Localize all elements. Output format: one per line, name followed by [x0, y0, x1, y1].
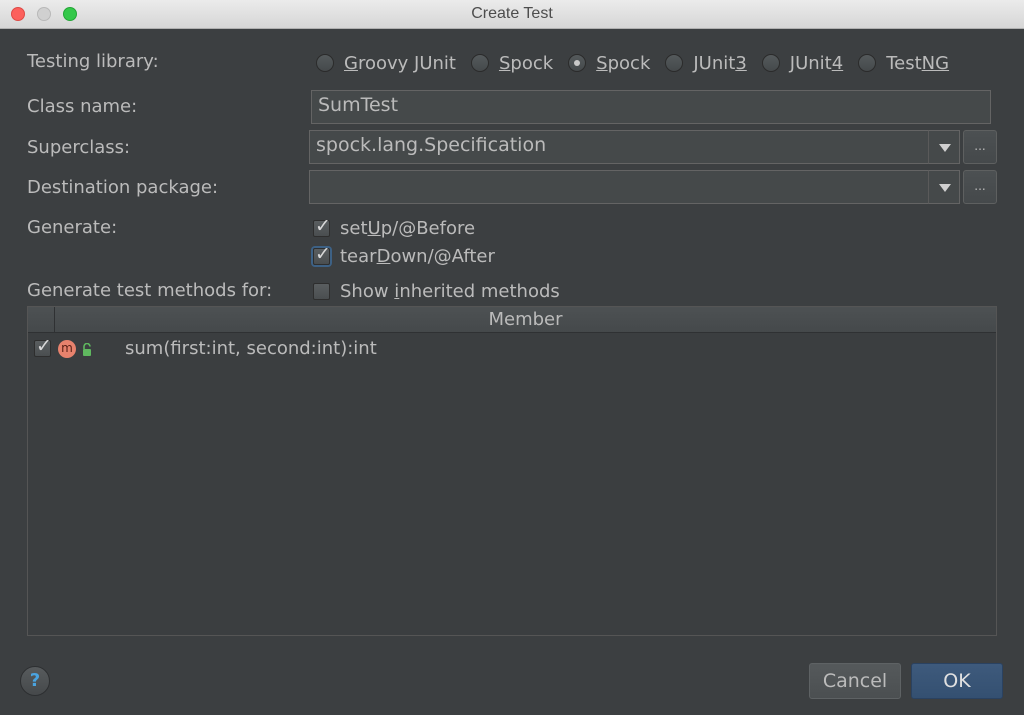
class-name-label: Class name: [27, 96, 138, 117]
setup-checkbox[interactable]: ✓ setUp/@Before [313, 216, 476, 239]
row-checkbox[interactable]: ✓ [34, 336, 52, 357]
superclass-label: Superclass: [27, 137, 131, 158]
testing-library-radio-group: Groovy JUnit Spock Spock JUnit3 JUnit4 T… [316, 50, 949, 76]
teardown-label: tearDown/@After [340, 246, 495, 267]
radio-label: Groovy JUnit [344, 52, 456, 74]
public-lock-icon [83, 343, 91, 356]
superclass-input[interactable]: spock.lang.Specification [309, 130, 929, 164]
members-table[interactable]: Member ✓ m sum(first:int, second:int):in… [27, 306, 997, 636]
table-row[interactable]: ✓ m sum(first:int, second:int):int [28, 335, 996, 363]
check-icon: ✓ [315, 215, 331, 237]
checkbox-indicator[interactable] [313, 283, 330, 300]
destination-package-browse-button[interactable]: ... [963, 170, 997, 204]
generate-label: Generate: [27, 217, 118, 238]
title-bar: Create Test [0, 0, 1024, 29]
radio-label: Spock [596, 52, 651, 74]
radio-indicator[interactable] [665, 54, 684, 72]
method-signature: sum(first:int, second:int):int [125, 338, 377, 359]
destination-package-input[interactable] [309, 170, 929, 204]
show-inherited-label: Show inherited methods [340, 281, 560, 302]
radio-testng[interactable]: TestNG [858, 53, 949, 74]
radio-indicator[interactable] [470, 54, 489, 72]
radio-label: JUnit3 [693, 52, 747, 74]
superclass-browse-button[interactable]: ... [963, 130, 997, 164]
checkbox-indicator[interactable]: ✓ [313, 216, 331, 237]
method-icon: m [58, 340, 76, 358]
radio-spock-1[interactable]: Spock [470, 52, 554, 74]
radio-indicator[interactable] [761, 54, 780, 72]
check-icon: ✓ [36, 335, 52, 357]
radio-label: JUnit4 [789, 52, 844, 74]
radio-indicator[interactable] [858, 54, 877, 72]
show-inherited-checkbox[interactable]: Show inherited methods [313, 281, 560, 302]
radio-spock-2[interactable]: Spock [568, 53, 650, 74]
member-column-header[interactable]: Member [55, 307, 996, 332]
radio-label: TestNG [886, 52, 950, 74]
destination-package-label: Destination package: [27, 177, 219, 198]
radio-label: Spock [498, 52, 554, 74]
setup-label: setUp/@Before [340, 218, 476, 239]
testing-library-label: Testing library: [27, 51, 159, 72]
window-title: Create Test [471, 5, 553, 22]
check-icon: ✓ [315, 243, 331, 265]
radio-junit3[interactable]: JUnit3 [665, 52, 747, 74]
checkbox-indicator[interactable]: ✓ [313, 244, 331, 265]
generate-test-methods-label: Generate test methods for: [27, 280, 273, 301]
superclass-dropdown-button[interactable] [928, 130, 960, 164]
destination-package-dropdown-button[interactable] [928, 170, 960, 204]
radio-indicator[interactable] [568, 54, 587, 72]
radio-indicator[interactable] [316, 54, 334, 72]
help-button[interactable]: ? [20, 666, 50, 696]
select-column-header[interactable] [28, 307, 55, 332]
table-header: Member [28, 307, 996, 333]
radio-groovy-junit[interactable]: Groovy JUnit [316, 53, 456, 74]
radio-junit4[interactable]: JUnit4 [761, 52, 844, 74]
class-name-input[interactable]: SumTest [311, 90, 991, 124]
cancel-button[interactable]: Cancel [809, 663, 901, 699]
ok-button[interactable]: OK [911, 663, 1003, 699]
teardown-checkbox[interactable]: ✓ tearDown/@After [313, 244, 495, 267]
